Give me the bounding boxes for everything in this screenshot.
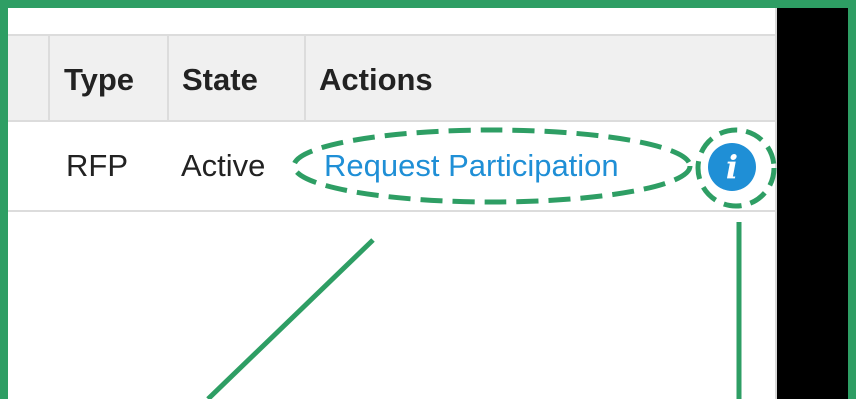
column-header-actions: Actions (319, 62, 433, 97)
table-top-strip (8, 8, 775, 34)
background-area (777, 8, 848, 399)
table-row: RFP Active Request Participation i (8, 122, 775, 212)
column-separator (48, 36, 50, 120)
row-type-cell: RFP (66, 148, 128, 183)
row-state-cell: Active (181, 148, 266, 183)
info-icon[interactable]: i (708, 143, 756, 191)
table-header-row: Type State Actions (8, 34, 775, 122)
column-separator (304, 36, 306, 120)
column-separator (167, 36, 169, 120)
request-participation-link[interactable]: Request Participation (324, 148, 619, 184)
column-header-state[interactable]: State (182, 62, 258, 98)
column-header-type[interactable]: Type (64, 62, 134, 98)
table-panel: Type State Actions RFP Active Request Pa… (8, 8, 777, 399)
